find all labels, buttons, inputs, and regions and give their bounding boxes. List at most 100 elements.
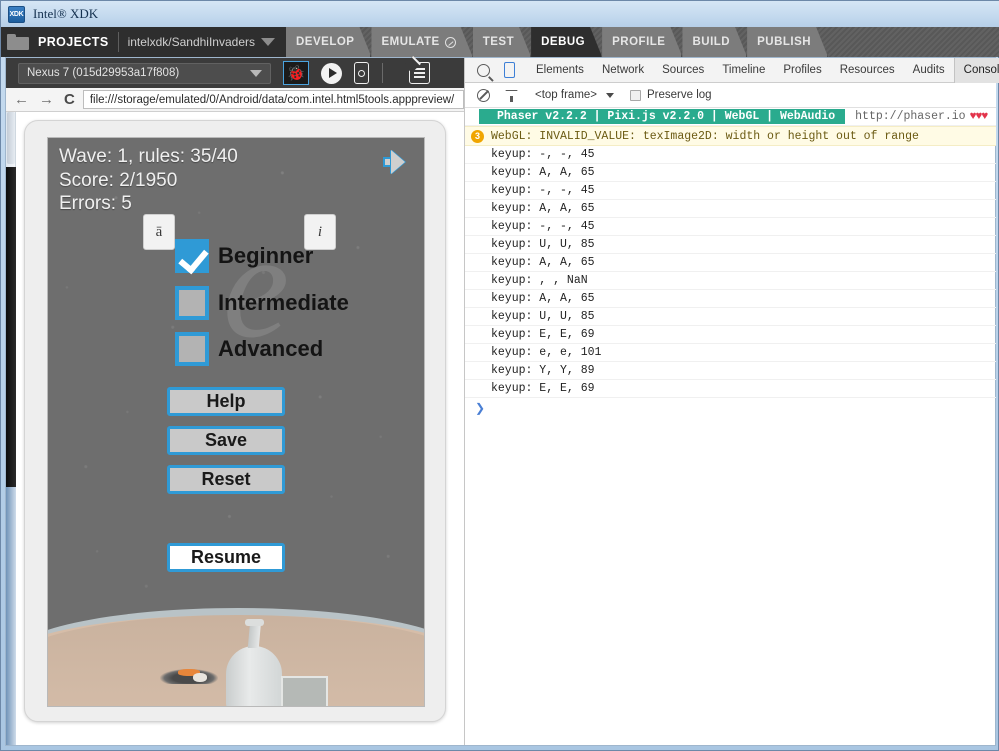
prompt-chevron-icon: ❯ xyxy=(475,401,486,416)
content-area: Nexus 7 (015d29953a17f808) 🐞 ← → C file:… xyxy=(5,57,999,746)
crate-object xyxy=(281,676,328,706)
tab-profile[interactable]: PROFILE xyxy=(602,27,682,57)
tab-profiles[interactable]: Profiles xyxy=(774,58,830,83)
log-message: keyup: e, e, 101 xyxy=(491,346,602,359)
scrollbar-track-dark xyxy=(6,167,16,487)
device-toggle-icon[interactable] xyxy=(504,62,515,78)
tab-build[interactable]: BUILD xyxy=(682,27,747,57)
checkbox-intermediate[interactable] xyxy=(175,286,209,320)
filter-icon[interactable] xyxy=(505,89,518,102)
console-log-row[interactable]: keyup: U, U, 85 xyxy=(465,236,996,254)
folder-icon xyxy=(7,34,29,50)
checkbox-beginner[interactable] xyxy=(175,239,209,273)
clear-cache-button[interactable] xyxy=(395,62,430,84)
save-button[interactable]: Save xyxy=(167,426,285,455)
reset-button[interactable]: Reset xyxy=(167,465,285,494)
tab-label: Elements xyxy=(536,64,584,76)
phone-device-icon xyxy=(354,62,369,84)
log-message: keyup: A, A, 65 xyxy=(491,256,595,269)
frame-select[interactable]: <top frame> xyxy=(535,89,597,101)
tab-emulate[interactable]: EMULATE xyxy=(371,27,472,57)
heart-icon: ♥♥♥ xyxy=(969,110,989,123)
device-button[interactable] xyxy=(354,62,369,84)
chevron-down-icon[interactable] xyxy=(261,38,275,46)
console-log-row[interactable]: keyup: , , NaN xyxy=(465,272,996,290)
debug-bug-button[interactable]: 🐞 xyxy=(283,61,309,85)
arrow-right-icon[interactable]: → xyxy=(39,92,54,107)
help-button[interactable]: Help xyxy=(167,387,285,416)
console-log-row[interactable]: keyup: Y, Y, 89 xyxy=(465,362,996,380)
console-log-row[interactable]: keyup: e, e, 101 xyxy=(465,344,996,362)
tab-sources[interactable]: Sources xyxy=(653,58,713,83)
phaser-banner-row: Phaser v2.2.2 | Pixi.js v2.2.0 | WebGL |… xyxy=(465,108,996,126)
scrollbar-thumb[interactable] xyxy=(7,112,15,164)
console-log-row[interactable]: keyup: A, A, 65 xyxy=(465,200,996,218)
rock-debris xyxy=(160,669,218,684)
log-message: keyup: -, -, 45 xyxy=(491,220,595,233)
game-screen[interactable]: e Wave: 1, rules: 35/40 Score: 2/1950 Er… xyxy=(47,137,425,707)
log-message: keyup: A, A, 65 xyxy=(491,166,595,179)
chevron-down-icon xyxy=(250,69,262,77)
clear-console-icon[interactable] xyxy=(477,88,490,102)
window-title: Intel® XDK xyxy=(33,6,99,21)
console-prompt[interactable]: ❯ xyxy=(465,398,996,418)
device-select[interactable]: Nexus 7 (015d29953a17f808) xyxy=(18,62,271,84)
tab-label: BUILD xyxy=(692,36,731,48)
console-output[interactable]: Phaser v2.2.2 | Pixi.js v2.2.0 | WebGL |… xyxy=(465,108,996,745)
projects-selector[interactable]: PROJECTS intelxdk/SandhiInvaders xyxy=(1,27,286,57)
chevron-down-icon[interactable] xyxy=(606,92,615,98)
resume-button-label: Resume xyxy=(190,547,262,567)
panel-scrollbar[interactable] xyxy=(6,112,16,745)
run-button[interactable] xyxy=(321,62,342,84)
url-input[interactable]: file:///storage/emulated/0/Android/data/… xyxy=(82,90,464,109)
main-tab-strip: PROJECTS intelxdk/SandhiInvaders DEVELOP… xyxy=(1,27,999,57)
save-button-label: Save xyxy=(204,430,248,450)
devtools-tabbar: Elements Network Sources Timeline Profil… xyxy=(465,57,999,83)
console-log-row[interactable]: keyup: -, -, 45 xyxy=(465,182,996,200)
checkbox-advanced[interactable] xyxy=(175,332,209,366)
difficulty-row-intermediate[interactable]: Intermediate xyxy=(175,286,349,320)
console-log-row[interactable]: keyup: -, -, 45 xyxy=(465,146,996,164)
arrow-left-icon[interactable]: ← xyxy=(14,92,29,107)
clear-cache-icon xyxy=(409,62,430,84)
accent-button-label: ā xyxy=(155,223,163,240)
device-frame: e Wave: 1, rules: 35/40 Score: 2/1950 Er… xyxy=(24,120,446,722)
console-log-row[interactable]: keyup: U, U, 85 xyxy=(465,308,996,326)
tab-label: DEBUG xyxy=(541,36,586,48)
tab-resources[interactable]: Resources xyxy=(831,58,904,83)
tab-develop[interactable]: DEVELOP xyxy=(286,27,371,57)
search-icon[interactable] xyxy=(477,63,490,77)
speaker-icon[interactable] xyxy=(382,149,410,175)
log-message: keyup: A, A, 65 xyxy=(491,202,595,215)
tab-audits[interactable]: Audits xyxy=(904,58,954,83)
tab-publish[interactable]: PUBLISH xyxy=(747,27,828,57)
tab-timeline[interactable]: Timeline xyxy=(713,58,774,83)
console-log-row[interactable]: keyup: A, A, 65 xyxy=(465,164,996,182)
tab-elements[interactable]: Elements xyxy=(527,58,593,83)
accent-button[interactable]: ā xyxy=(143,214,175,250)
label-beginner: Beginner xyxy=(218,243,314,268)
console-log-row[interactable]: keyup: -, -, 45 xyxy=(465,218,996,236)
console-log-row[interactable]: keyup: E, E, 69 xyxy=(465,326,996,344)
console-warning-row[interactable]: 3 WebGL: INVALID_VALUE: texImage2D: widt… xyxy=(465,126,996,146)
hud-wave: Wave: 1, rules: 35/40 xyxy=(59,146,238,167)
reload-icon[interactable]: C xyxy=(64,91,75,108)
tab-test[interactable]: TEST xyxy=(473,27,531,57)
tab-debug[interactable]: DEBUG xyxy=(531,27,602,57)
preserve-log-checkbox[interactable] xyxy=(630,89,642,101)
tab-label: Console xyxy=(963,64,999,76)
scrollbar-track-blue xyxy=(6,487,16,745)
warning-count-badge: 3 xyxy=(471,129,484,143)
resume-button[interactable]: Resume xyxy=(167,543,285,572)
label-advanced: Advanced xyxy=(218,336,324,361)
log-message: keyup: -, -, 45 xyxy=(491,184,595,197)
phaser-banner-url[interactable]: http://phaser.io xyxy=(855,110,965,123)
log-message: keyup: E, E, 69 xyxy=(491,328,595,341)
difficulty-row-beginner[interactable]: Beginner xyxy=(175,239,313,273)
console-log-row[interactable]: keyup: A, A, 65 xyxy=(465,290,996,308)
tab-network[interactable]: Network xyxy=(593,58,653,83)
tab-console[interactable]: Console xyxy=(953,57,999,83)
difficulty-row-advanced[interactable]: Advanced xyxy=(175,332,323,366)
console-log-row[interactable]: keyup: E, E, 69 xyxy=(465,380,996,398)
console-log-row[interactable]: keyup: A, A, 65 xyxy=(465,254,996,272)
